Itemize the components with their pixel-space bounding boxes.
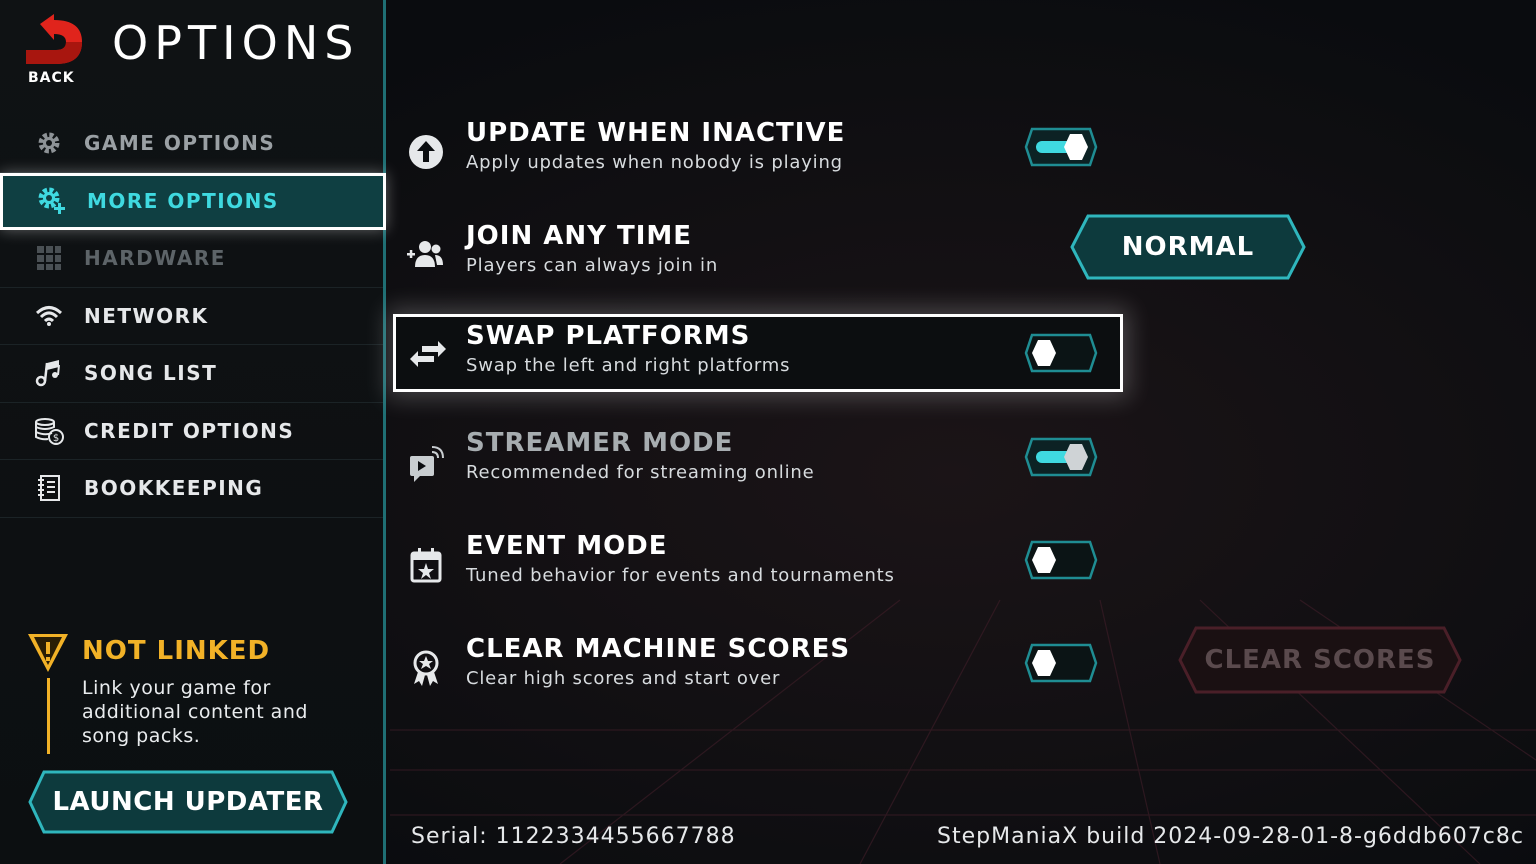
setting-title: STREAMER MODE (466, 428, 734, 458)
upload-arrow-icon (409, 135, 443, 169)
setting-swap-platforms[interactable]: SWAP PLATFORMS Swap the left and right p… (393, 314, 1123, 392)
setting-title: SWAP PLATFORMS (466, 321, 751, 351)
sidebar-item-hardware[interactable]: HARDWARE (0, 230, 383, 288)
gear-plus-icon (37, 186, 67, 216)
link-notice: NOT LINKED Link your game for additional… (26, 630, 366, 758)
setting-join-any-time[interactable]: JOIN ANY TIME Players can always join in (396, 217, 1120, 293)
calendar-star-icon (410, 548, 442, 583)
back-arrow-icon (26, 14, 82, 64)
coins-icon: $ (34, 416, 64, 446)
build-version: StepManiaX build 2024-09-28-01-8-g6ddb60… (937, 824, 1524, 849)
launch-updater-button[interactable]: LAUNCH UPDATER (28, 770, 348, 834)
sidebar-item-label: SONG LIST (84, 361, 218, 386)
sidebar-nav: GAME OPTIONS MORE OPTIONS HARDWARE NETWO… (0, 115, 386, 518)
setting-clear-machine-scores[interactable]: CLEAR MACHINE SCORES Clear high scores a… (396, 630, 1120, 706)
clear-scores-button[interactable]: CLEAR SCORES (1178, 626, 1462, 694)
swap-arrows-icon (410, 341, 446, 367)
toggle-streamer-mode[interactable] (1024, 437, 1098, 477)
back-label: BACK (28, 70, 75, 86)
notice-divider (47, 678, 50, 754)
sidebar: BACK OPTIONS GAME OPTIONS MORE OPTIONS H… (0, 0, 386, 864)
ledger-icon (34, 473, 64, 503)
sidebar-item-label: CREDIT OPTIONS (84, 418, 295, 443)
join-mode-selector[interactable]: NORMAL (1070, 214, 1306, 280)
join-mode-value: NORMAL (1121, 232, 1255, 262)
sidebar-item-label: MORE OPTIONS (87, 189, 279, 214)
broadcast-icon (410, 446, 444, 482)
grid-icon (34, 243, 64, 273)
setting-subtitle: Clear high scores and start over (466, 668, 781, 689)
setting-subtitle: Swap the left and right platforms (466, 355, 791, 376)
sidebar-item-label: BOOKKEEPING (84, 476, 264, 501)
setting-subtitle: Players can always join in (466, 255, 719, 276)
setting-title: EVENT MODE (466, 531, 668, 561)
back-button[interactable]: BACK (20, 12, 92, 86)
award-icon (413, 650, 439, 686)
setting-update-when-inactive[interactable]: UPDATE WHEN INACTIVE Apply updates when … (396, 114, 1120, 190)
gear-icon (34, 128, 64, 158)
toggle-swap-platforms[interactable] (1024, 333, 1098, 373)
sidebar-item-label: GAME OPTIONS (84, 131, 276, 156)
setting-subtitle: Apply updates when nobody is playing (466, 152, 843, 173)
sidebar-item-game-options[interactable]: GAME OPTIONS (0, 115, 383, 173)
sidebar-item-more-options[interactable]: MORE OPTIONS (0, 172, 386, 230)
svg-text:$: $ (53, 433, 59, 444)
setting-title: UPDATE WHEN INACTIVE (466, 118, 846, 148)
setting-event-mode[interactable]: EVENT MODE Tuned behavior for events and… (396, 527, 1120, 603)
sidebar-item-label: NETWORK (84, 303, 209, 328)
setting-title: JOIN ANY TIME (466, 221, 693, 251)
setting-title: CLEAR MACHINE SCORES (466, 634, 851, 664)
music-notes-icon (34, 358, 64, 388)
warning-icon (28, 634, 68, 672)
notice-text: Link your game for additional content an… (82, 677, 308, 747)
toggle-clear-machine-scores[interactable] (1024, 643, 1098, 683)
setting-streamer-mode[interactable]: STREAMER MODE Recommended for streaming … (396, 424, 1120, 500)
clear-scores-label: CLEAR SCORES (1204, 645, 1436, 675)
launch-updater-label: LAUNCH UPDATER (52, 787, 324, 817)
sidebar-item-label: HARDWARE (84, 246, 226, 271)
add-users-icon (407, 241, 443, 267)
wifi-icon (34, 301, 64, 331)
notice-title: NOT LINKED (82, 636, 271, 666)
setting-subtitle: Recommended for streaming online (466, 462, 815, 483)
sidebar-item-network[interactable]: NETWORK (0, 288, 383, 345)
toggle-event-mode[interactable] (1024, 540, 1098, 580)
sidebar-item-credit-options[interactable]: $ CREDIT OPTIONS (0, 403, 383, 460)
toggle-update-when-inactive[interactable] (1024, 127, 1098, 167)
sidebar-item-song-list[interactable]: SONG LIST (0, 345, 383, 403)
serial-number: Serial: 1122334455667788 (411, 824, 736, 849)
setting-subtitle: Tuned behavior for events and tournament… (466, 565, 895, 586)
sidebar-item-bookkeeping[interactable]: BOOKKEEPING (0, 460, 383, 518)
page-title: OPTIONS (112, 16, 360, 70)
